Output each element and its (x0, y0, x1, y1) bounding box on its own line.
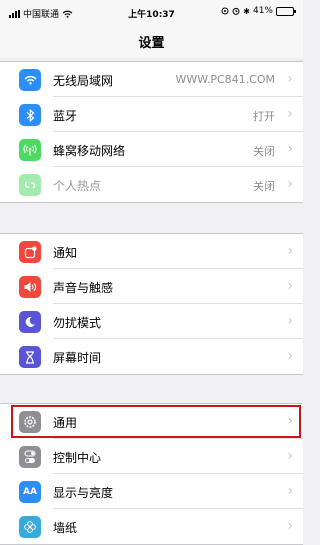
chevron-right-icon: › (287, 518, 293, 534)
settings-row-value: 打开 (253, 110, 275, 123)
bluetooth-icon (19, 104, 41, 126)
settings-row-display[interactable]: AA 显示与亮度 › (0, 474, 303, 509)
settings-row-value: WWW.PC841.COM (175, 73, 276, 86)
settings-row-control-center[interactable]: 控制中心 › (0, 439, 303, 474)
chevron-right-icon: › (287, 448, 293, 464)
wifi-icon (19, 69, 41, 91)
chevron-right-icon: › (287, 176, 293, 192)
chevron-right-icon: › (287, 141, 293, 157)
alarm-icon (232, 7, 240, 15)
battery-icon (276, 6, 296, 16)
battery-percent: 41% (252, 6, 273, 16)
settings-row-label: 声音与触感 (53, 281, 114, 295)
chevron-right-icon: › (287, 278, 293, 294)
page-title: 设置 (138, 36, 165, 51)
hourglass-icon (19, 346, 41, 368)
settings-row-label: 蜂窝移动网络 (53, 144, 126, 158)
settings-row-value: 关闭 (253, 145, 275, 158)
settings-row-label: 蓝牙 (53, 109, 78, 123)
chevron-right-icon: › (287, 243, 293, 259)
flower-icon (19, 516, 41, 538)
bluetooth-status-icon: ✱ (243, 6, 250, 16)
hotspot-icon (19, 174, 41, 196)
settings-row-wallpaper[interactable]: 墙纸 › (0, 509, 303, 544)
cellular-icon (19, 139, 41, 161)
settings-row-do-not-disturb[interactable]: 勿扰模式 › (0, 304, 303, 339)
settings-row-cellular[interactable]: 蜂窝移动网络 关闭 › (0, 132, 303, 167)
chevron-right-icon: › (287, 313, 293, 329)
chevron-right-icon: › (287, 106, 293, 122)
general-row-highlight (11, 405, 301, 438)
settings-row-label: 屏幕时间 (53, 351, 102, 365)
connectivity-group: 无线局域网 WWW.PC841.COM › 蓝牙 打开 › 蜂窝移动网络 关闭 (0, 61, 303, 203)
settings-row-notifications[interactable]: 通知 › (0, 234, 303, 269)
settings-row-sounds[interactable]: 声音与触感 › (0, 269, 303, 304)
settings-row-label: 控制中心 (53, 451, 102, 465)
settings-row-label: 勿扰模式 (53, 316, 102, 330)
settings-row-label: 个人热点 (53, 179, 102, 193)
notifications-icon (19, 241, 41, 263)
settings-row-label: 无线局域网 (53, 74, 114, 88)
notifications-group: 通知 › 声音与触感 › 勿扰模式 › 屏幕时间 › (0, 233, 303, 375)
toggles-icon (19, 446, 41, 468)
settings-row-hotspot[interactable]: 个人热点 关闭 › (0, 167, 303, 202)
status-bar: 中国联通 上午10:37 ✱ 41% (0, 0, 303, 22)
settings-row-bluetooth[interactable]: 蓝牙 打开 › (0, 97, 303, 132)
location-icon (221, 7, 229, 15)
chevron-right-icon: › (287, 483, 293, 499)
settings-row-screen-time[interactable]: 屏幕时间 › (0, 339, 303, 374)
chevron-right-icon: › (287, 71, 293, 87)
navigation-bar: 设置 (0, 22, 303, 58)
settings-row-label: 显示与亮度 (53, 486, 114, 500)
settings-row-value: 关闭 (253, 180, 275, 193)
settings-row-label: 墙纸 (53, 521, 78, 535)
settings-row-label: 通知 (53, 246, 78, 260)
speaker-icon (19, 276, 41, 298)
moon-icon (19, 311, 41, 333)
text-size-icon: AA (19, 481, 41, 503)
settings-row-wifi[interactable]: 无线局域网 WWW.PC841.COM › (0, 62, 303, 97)
chevron-right-icon: › (287, 348, 293, 364)
